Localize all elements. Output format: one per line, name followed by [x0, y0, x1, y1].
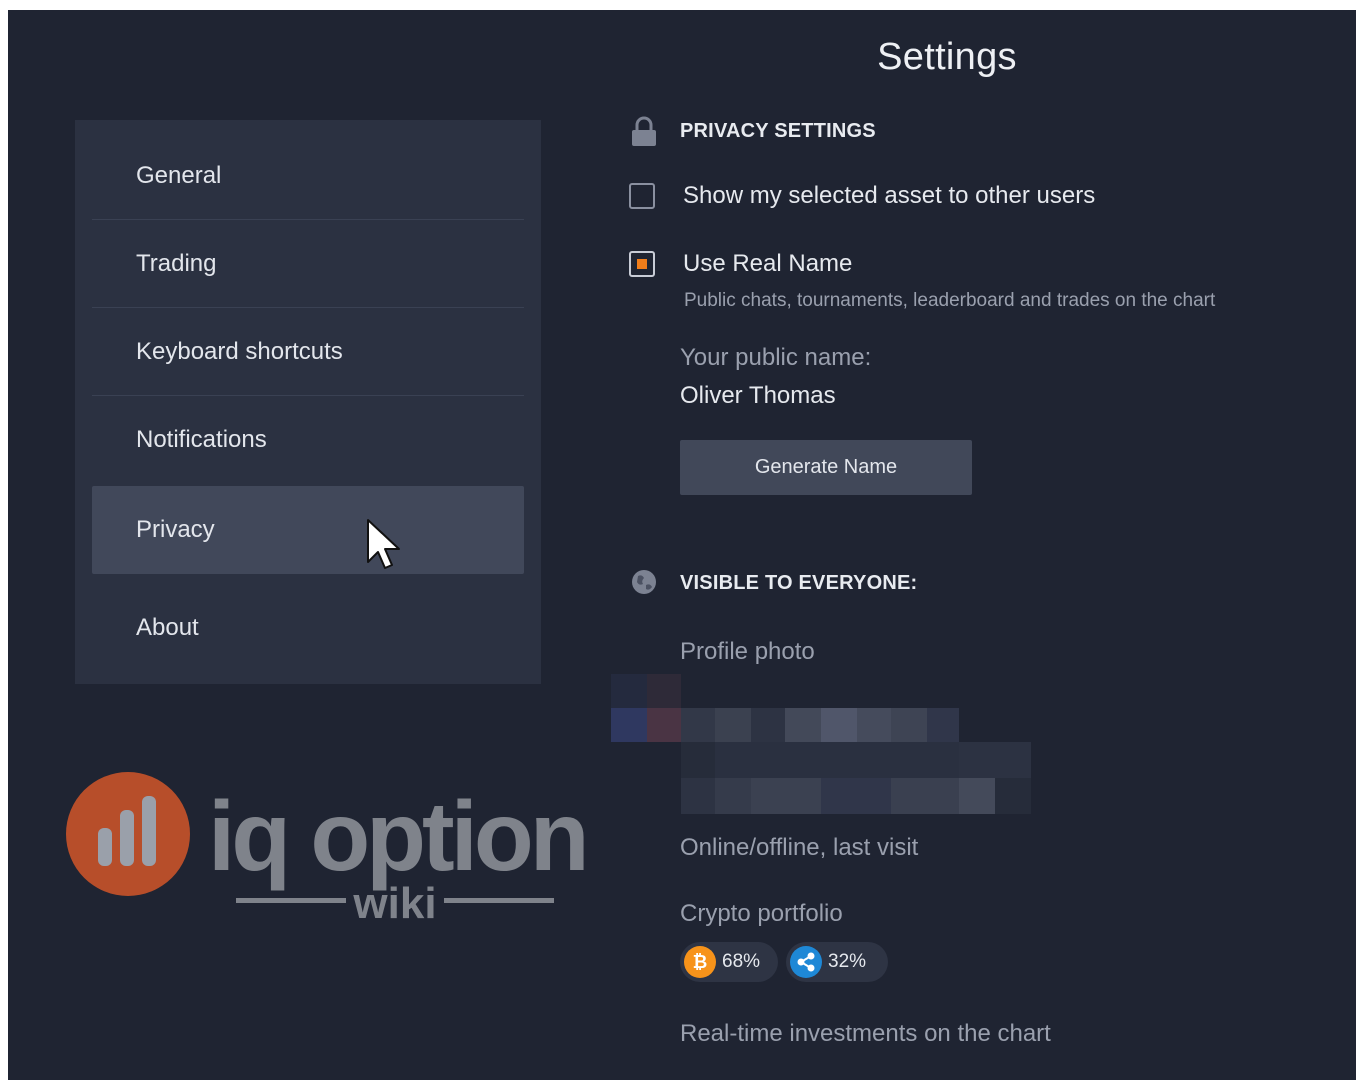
sidebar-item-label: Privacy [136, 516, 215, 543]
crypto-percent: 32% [828, 951, 867, 972]
watermark-sub: wiki [352, 879, 436, 928]
visible-to-everyone-heading: VISIBLE TO EVERYONE: [680, 572, 918, 594]
show-asset-label: Show my selected asset to other users [683, 182, 1096, 209]
ripple-icon [790, 946, 822, 978]
sidebar-item-notifications[interactable]: Notifications [92, 396, 524, 484]
settings-screen: Settings General Trading Keyboard shortc… [8, 10, 1356, 1080]
settings-sidebar: General Trading Keyboard shortcuts Notif… [75, 120, 541, 684]
sidebar-item-label: Keyboard shortcuts [136, 338, 343, 365]
globe-icon [632, 570, 656, 594]
crypto-chip-ripple: 32% [786, 942, 888, 982]
sidebar-item-privacy[interactable]: Privacy [92, 486, 524, 574]
sidebar-item-about[interactable]: About [92, 584, 524, 672]
mouse-cursor-icon [367, 519, 400, 569]
sidebar-item-keyboard-shortcuts[interactable]: Keyboard shortcuts [92, 308, 524, 396]
public-name-label: Your public name: [680, 344, 872, 371]
sidebar-item-label: General [136, 162, 222, 189]
iq-option-wiki-watermark: iq option wiki [66, 770, 590, 930]
crypto-chip-bitcoin: ₿ 68% [680, 942, 778, 982]
online-offline-label: Online/offline, last visit [680, 834, 919, 861]
crypto-percent: 68% [722, 951, 761, 972]
sidebar-item-label: About [136, 614, 199, 641]
sidebar-item-label: Notifications [136, 426, 267, 453]
use-real-name-description: Public chats, tournaments, leaderboard a… [684, 290, 1216, 311]
profile-photo-label: Profile photo [680, 638, 815, 665]
realtime-investments-label: Real-time investments on the chart [680, 1020, 1051, 1047]
use-real-name-label: Use Real Name [683, 250, 853, 277]
public-name-value: Oliver Thomas [680, 382, 836, 409]
watermark-brand: iq option [208, 781, 586, 891]
use-real-name-checkbox[interactable] [629, 251, 655, 277]
bitcoin-icon: ₿ [684, 946, 716, 978]
privacy-settings-heading: PRIVACY SETTINGS [680, 120, 876, 142]
crypto-portfolio-label: Crypto portfolio [680, 900, 843, 927]
show-asset-checkbox[interactable] [629, 183, 655, 209]
lock-icon [632, 116, 656, 146]
generate-name-button[interactable]: Generate Name [680, 440, 972, 495]
sidebar-item-trading[interactable]: Trading [92, 220, 524, 308]
sidebar-item-general[interactable]: General [92, 132, 524, 220]
sidebar-item-label: Trading [136, 250, 217, 277]
page-title: Settings [877, 36, 1017, 78]
